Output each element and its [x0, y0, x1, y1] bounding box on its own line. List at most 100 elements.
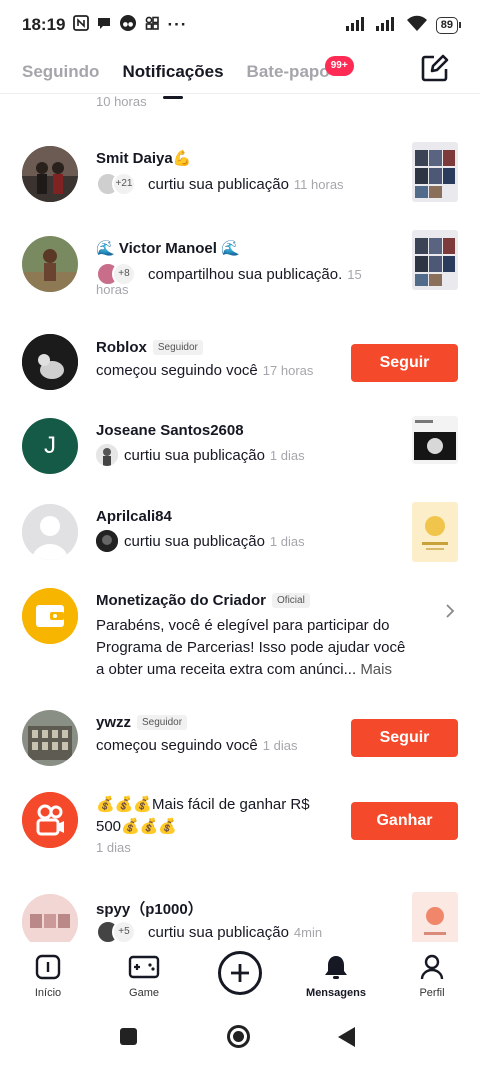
user-name[interactable]: Aprilcali84 — [96, 508, 172, 525]
action-text: curtiu sua publicação — [148, 923, 289, 941]
unread-badge: 99+ — [324, 55, 354, 76]
grid-apps-icon — [144, 15, 160, 36]
avatar-stack: +5 — [96, 920, 142, 942]
status-bar: 18:19 ●● ··· 89 — [0, 0, 480, 50]
list-item[interactable]: 💰💰💰Mais fácil de ganhar R$ 500💰💰💰 1 dias… — [0, 792, 480, 862]
message-text: Parabéns, você é elegível para participa… — [96, 617, 406, 678]
follower-tag: Seguidor — [137, 715, 188, 730]
tab-seguindo[interactable]: Seguindo — [22, 55, 99, 89]
user-name[interactable]: Roblox Seguidor — [96, 339, 203, 356]
timestamp-cont: horas — [96, 282, 129, 297]
timestamp: 11 horas — [293, 176, 344, 192]
wifi-icon — [406, 15, 428, 36]
nav-label: Game — [129, 987, 159, 999]
timestamp: 1 dias — [269, 447, 305, 463]
avatar[interactable] — [22, 792, 78, 848]
timestamp: 17 horas — [262, 363, 314, 378]
app-badge-icon: ●● — [119, 14, 137, 37]
action-text: curtiu sua publicação — [148, 175, 289, 193]
timestamp: 4min — [293, 924, 323, 940]
promo-message: 💰💰💰Mais fácil de ganhar R$ 500💰💰💰 — [96, 796, 310, 835]
kwai-logo-icon — [22, 792, 78, 848]
nav-inicio[interactable]: Início — [0, 942, 96, 1004]
avatar[interactable] — [22, 894, 78, 942]
list-item[interactable]: Smit Daiya💪 +21 curtiu sua publicação 11… — [0, 142, 480, 210]
home-button-icon[interactable] — [227, 1025, 250, 1048]
notification-list[interactable]: 10 horas Smit Daiya💪 +21 curtiu sua publ… — [0, 94, 480, 942]
action-text: começou seguindo você — [96, 737, 258, 754]
nav-game[interactable]: Game — [96, 942, 192, 1004]
user-name[interactable]: Monetização do Criador Oficial — [96, 592, 310, 609]
action-text: curtiu sua publicação — [124, 446, 265, 464]
avatar-letter: J — [44, 432, 56, 459]
nav-perfil[interactable]: Perfil — [384, 942, 480, 1004]
list-item[interactable]: Roblox Seguidor começou seguindo você 17 … — [0, 334, 480, 394]
timestamp: 15 — [347, 266, 362, 282]
avatar[interactable]: J — [22, 418, 78, 474]
avatar[interactable] — [22, 146, 78, 202]
avatar[interactable] — [22, 710, 78, 766]
liker-avatar — [96, 530, 118, 552]
avatar[interactable] — [22, 588, 78, 644]
list-item[interactable]: Monetização do Criador Oficial Parabéns, … — [0, 588, 480, 678]
more-dots-icon: ··· — [167, 15, 188, 34]
timestamp: 1 dias — [96, 840, 131, 855]
bottom-nav: Início Game Mensagens Perfil — [0, 942, 480, 1004]
wallet-icon — [22, 588, 78, 644]
nav-create[interactable] — [192, 942, 288, 1004]
svg-text:●●: ●● — [123, 21, 133, 28]
liker-avatar — [96, 444, 118, 466]
system-nav-bar — [0, 1004, 480, 1066]
action-text: curtiu sua publicação — [124, 532, 265, 550]
tab-bate-papo-label: Bate-papo — [246, 61, 330, 81]
follower-tag: Seguidor — [152, 340, 203, 355]
clock: 18:19 — [22, 15, 66, 34]
avatar[interactable] — [22, 504, 78, 560]
post-thumbnail[interactable] — [412, 892, 458, 942]
nav-label: Perfil — [419, 987, 445, 999]
chevron-right-icon[interactable] — [444, 604, 456, 618]
nfc-icon — [73, 14, 90, 36]
post-thumbnail[interactable] — [412, 230, 458, 290]
previous-item-time: 10 horas — [96, 94, 147, 109]
follow-button[interactable]: Seguir — [351, 719, 458, 757]
list-item[interactable]: 🌊 Victor Manoel 🌊 +8 compartilhou sua pu… — [0, 230, 480, 306]
tab-notificacoes[interactable]: Notificações — [122, 55, 223, 89]
action-text: compartilhou sua publicação. — [148, 265, 343, 283]
home-icon — [34, 953, 62, 984]
post-thumbnail[interactable] — [412, 416, 458, 464]
avatar[interactable] — [22, 334, 78, 390]
bell-icon — [322, 953, 350, 984]
gamepad-icon — [128, 953, 160, 984]
earn-button[interactable]: Ganhar — [351, 802, 458, 840]
avatar-stack: +21 — [96, 172, 142, 196]
tab-bate-papo[interactable]: Bate-papo 99+ — [246, 55, 354, 89]
user-name[interactable]: Joseane Santos2608 — [96, 422, 244, 439]
user-name[interactable]: Smit Daiya💪 — [96, 149, 191, 167]
post-thumbnail[interactable] — [412, 142, 458, 202]
compose-icon[interactable] — [420, 53, 450, 83]
action-text: começou seguindo você — [96, 362, 258, 379]
user-name[interactable]: 🌊 Victor Manoel 🌊 — [96, 239, 240, 257]
user-name[interactable]: ywzz Seguidor — [96, 714, 188, 731]
back-icon[interactable] — [338, 1027, 355, 1047]
person-icon — [418, 953, 446, 984]
nav-label: Mensagens — [306, 987, 366, 999]
more-link[interactable]: Mais — [360, 661, 392, 678]
follow-button[interactable]: Seguir — [351, 344, 458, 382]
timestamp: 1 dias — [269, 533, 305, 549]
plus-icon — [218, 951, 262, 995]
list-item[interactable]: J Joseane Santos2608 curtiu sua publicaç… — [0, 416, 480, 478]
nav-mensagens[interactable]: Mensagens — [288, 942, 384, 1004]
list-item[interactable]: ywzz Seguidor começou seguindo você 1 dia… — [0, 710, 480, 770]
recents-icon[interactable] — [120, 1028, 137, 1045]
list-item[interactable]: Aprilcali84 curtiu sua publicação 1 dias — [0, 502, 480, 564]
user-name[interactable]: spyy（p1000） — [96, 898, 203, 919]
avatar[interactable] — [22, 236, 78, 292]
chat-icon — [96, 15, 112, 36]
signal-2-icon — [375, 15, 398, 36]
post-thumbnail[interactable] — [412, 502, 458, 562]
official-tag: Oficial — [272, 593, 310, 608]
list-item[interactable]: spyy（p1000） +5 curtiu sua publicação 4mi… — [0, 892, 480, 942]
top-tabs: Seguindo Notificações Bate-papo 99+ — [0, 50, 480, 94]
